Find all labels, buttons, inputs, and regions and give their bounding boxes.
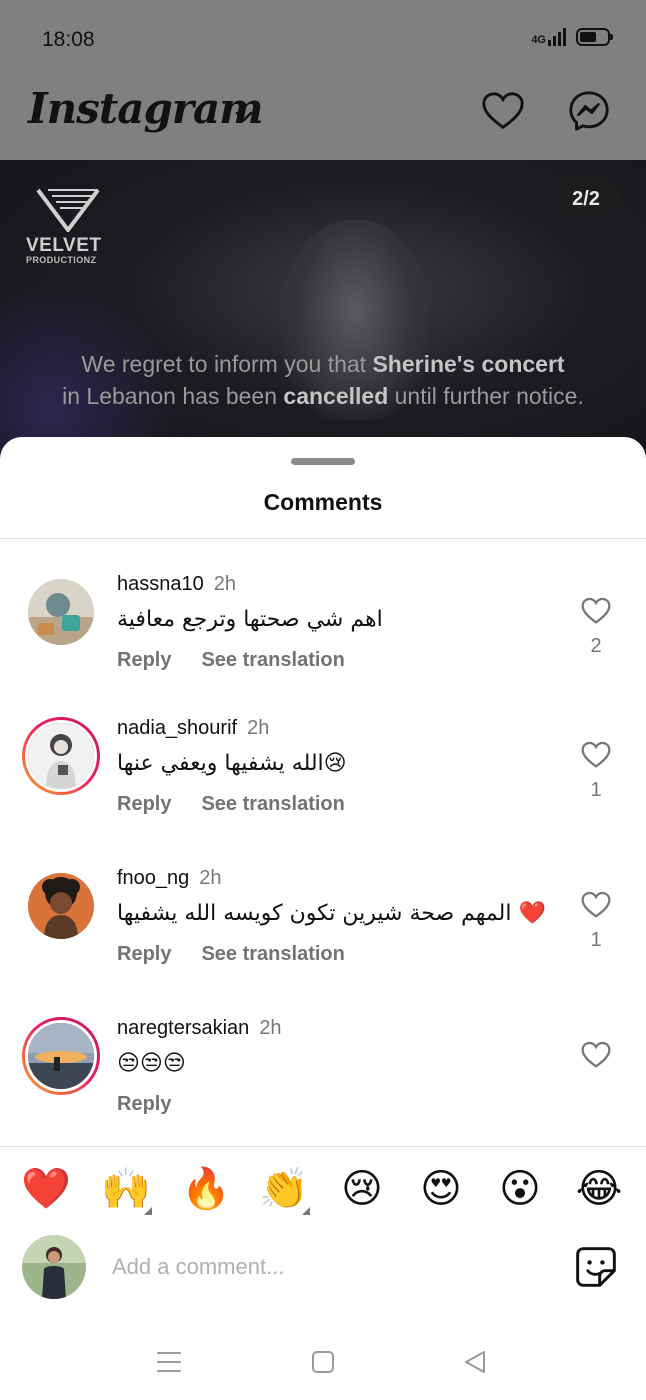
- comment-time: 2h: [213, 573, 236, 595]
- comment-time: 2h: [259, 1017, 282, 1039]
- reaction-raised-hands[interactable]: 🙌: [100, 1163, 152, 1215]
- like-count: 2: [590, 635, 602, 657]
- caption-text: We regret to inform you that: [81, 351, 373, 377]
- reply-button[interactable]: Reply: [117, 1093, 171, 1116]
- reaction-glyph: 🙌: [101, 1166, 151, 1212]
- quick-reaction-bar: ❤️ 🙌 🔥 👏 😢 😍 😮 😂: [0, 1163, 646, 1219]
- reaction-surprised[interactable]: 😮: [494, 1163, 546, 1215]
- reaction-glyph: 👏: [259, 1166, 309, 1212]
- comment-actions: Reply: [117, 1093, 171, 1116]
- signal-icon: 4G: [531, 28, 566, 46]
- reply-button[interactable]: Reply: [117, 649, 171, 672]
- comment-username-line: naregtersakian 2h: [117, 1017, 282, 1040]
- comment-actions: Reply See translation: [117, 649, 345, 672]
- heart-icon[interactable]: [580, 739, 612, 771]
- comment-username[interactable]: fnoo_ng: [117, 867, 189, 889]
- comments-sheet: Comments hassna10 2h اهم شي صحتها وترجع م…: [0, 437, 646, 1400]
- reaction-fire[interactable]: 🔥: [180, 1163, 232, 1215]
- comment-username-line: fnoo_ng 2h: [117, 867, 222, 890]
- avatar: [22, 1235, 86, 1299]
- comment-text: المهم صحة شيرين تكون كويسه الله يشفيها ❤…: [117, 901, 546, 926]
- divider: [0, 538, 646, 539]
- network-type: 4G: [531, 34, 546, 46]
- avatar[interactable]: [22, 717, 100, 795]
- status-icons: 4G: [531, 28, 613, 46]
- drag-handle[interactable]: [291, 458, 355, 465]
- comment-text: اهم شي صحتها وترجع معافية: [117, 607, 383, 632]
- comment-username-line: hassna10 2h: [117, 573, 236, 596]
- reaction-clap[interactable]: 👏: [258, 1163, 310, 1215]
- comment-time: 2h: [247, 717, 270, 739]
- post-caption: We regret to inform you that Sherine's c…: [0, 348, 646, 412]
- caption-bold: Sherine's concert: [372, 351, 565, 377]
- reaction-laughing[interactable]: 😂: [573, 1163, 625, 1215]
- comment-actions: Reply See translation: [117, 793, 345, 816]
- post-image[interactable]: VELVET PRODUCTIONZ 2/2 We regret to info…: [0, 160, 646, 460]
- comment-item: fnoo_ng 2h المهم صحة شيرين تكون كويسه الل…: [0, 867, 646, 1007]
- comment-time: 2h: [199, 867, 222, 889]
- comment-item: nadia_shourif 2h الله يشفيها ويعفي عنها😢 …: [0, 717, 646, 857]
- reaction-heart[interactable]: ❤️: [20, 1163, 72, 1215]
- chevron-down-icon[interactable]: [232, 104, 256, 128]
- heart-icon[interactable]: [480, 88, 526, 134]
- comment-input[interactable]: [112, 1249, 542, 1285]
- caption-text: in Lebanon has been: [62, 383, 284, 409]
- status-time: 18:08: [42, 28, 95, 51]
- comment-text: الله يشفيها ويعفي عنها😢: [117, 751, 347, 776]
- app-header: Instagram: [0, 80, 646, 160]
- heart-icon[interactable]: [580, 889, 612, 921]
- instagram-logo[interactable]: Instagram: [28, 84, 264, 133]
- caption-bold: cancelled: [283, 383, 389, 409]
- like-count: 1: [590, 779, 602, 801]
- comment-item: hassna10 2h اهم شي صحتها وترجع معافية Rep…: [0, 573, 646, 713]
- caption-text: until further notice.: [388, 383, 584, 409]
- avatar[interactable]: [28, 873, 94, 939]
- back-icon[interactable]: [462, 1349, 488, 1375]
- home-icon[interactable]: [310, 1349, 336, 1375]
- velvet-mark-icon: [36, 188, 100, 234]
- comment-text: 😒😒😒: [117, 1051, 186, 1076]
- status-bar: 18:08 4G: [0, 0, 646, 80]
- comment-actions: Reply See translation: [117, 943, 345, 966]
- brand-name: VELVET: [26, 235, 102, 256]
- comment-username[interactable]: naregtersakian: [117, 1017, 249, 1039]
- heart-icon[interactable]: [580, 1039, 612, 1071]
- comment-username[interactable]: hassna10: [117, 573, 204, 595]
- carousel-counter: 2/2: [552, 178, 620, 220]
- avatar[interactable]: [22, 1017, 100, 1095]
- comment-username[interactable]: nadia_shourif: [117, 717, 237, 739]
- sticker-icon[interactable]: [574, 1245, 618, 1289]
- velvet-logo: VELVET PRODUCTIONZ: [26, 186, 116, 265]
- reaction-crying[interactable]: 😢: [336, 1163, 388, 1215]
- comment-item: naregtersakian 2h 😒😒😒 Reply: [0, 1017, 646, 1157]
- heart-icon[interactable]: [580, 595, 612, 627]
- avatar[interactable]: [28, 579, 94, 645]
- see-translation-button[interactable]: See translation: [201, 649, 344, 672]
- menu-icon[interactable]: [156, 1349, 182, 1375]
- brand-subtitle: PRODUCTIONZ: [26, 255, 97, 265]
- see-translation-button[interactable]: See translation: [201, 793, 344, 816]
- divider: [0, 1146, 646, 1147]
- reaction-heart-eyes[interactable]: 😍: [415, 1163, 467, 1215]
- messenger-icon[interactable]: [566, 88, 612, 134]
- reply-button[interactable]: Reply: [117, 943, 171, 966]
- comment-composer: [0, 1233, 646, 1303]
- system-nav-bar: [0, 1337, 646, 1400]
- comment-username-line: nadia_shourif 2h: [117, 717, 269, 740]
- like-count: 1: [590, 929, 602, 951]
- sheet-title: Comments: [263, 489, 383, 515]
- see-translation-button[interactable]: See translation: [201, 943, 344, 966]
- reply-button[interactable]: Reply: [117, 793, 171, 816]
- battery-icon: [576, 28, 613, 46]
